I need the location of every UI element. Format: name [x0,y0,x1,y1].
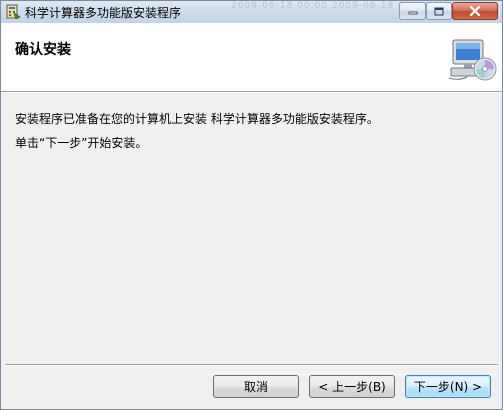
footer-divider-highlight [5,365,498,366]
minimize-icon [408,11,417,15]
close-button[interactable] [452,2,498,20]
installer-window: 科学计算器多功能版安装程序 2009-06-18 00:00 2009-06-1… [0,0,503,410]
page-title: 确认安装 [15,42,71,58]
cancel-button[interactable]: 取消 [213,375,299,398]
maximize-button[interactable] [426,2,452,20]
title-bar[interactable]: 科学计算器多功能版安装程序 2009-06-18 00:00 2009-06-1… [1,1,502,23]
installer-app-icon [6,4,21,20]
computer-with-disc-icon [448,39,497,81]
maximize-icon [434,7,444,15]
next-button[interactable]: 下一步(N) > [405,375,491,398]
header-panel: 确认安装 [1,23,502,92]
instruction-message: 单击“下一步”开始安装。 [15,136,148,150]
minimize-button[interactable] [399,2,426,20]
confirm-message: 安装程序已准备在您的计算机上安装 科学计算器多功能版安装程序。 [15,112,379,126]
close-icon [469,6,481,16]
header-divider [1,92,502,93]
window-title: 科学计算器多功能版安装程序 [25,6,182,20]
back-button[interactable]: < 上一步(B) [309,375,395,398]
